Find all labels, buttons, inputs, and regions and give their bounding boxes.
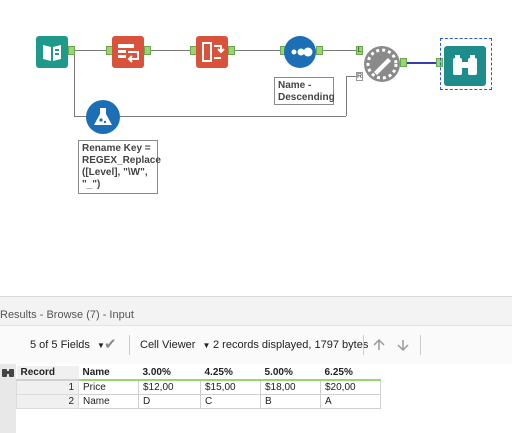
connection-join-to-browse <box>404 62 440 64</box>
header-row: Record Name 3.00% 4.25% 5.00% 6.25% <box>16 366 381 381</box>
table-cell[interactable]: $15,00 <box>200 379 261 395</box>
connection-formula-to-join-h <box>120 116 346 117</box>
results-header: Results - Browse (7) - Input <box>0 296 512 326</box>
records-info: 2 records displayed, 1797 bytes <box>213 339 369 351</box>
sort-annotation[interactable]: Name - Descending <box>274 77 335 105</box>
apply-checkmark-icon[interactable]: ✔ <box>104 335 117 353</box>
multi-row-tool[interactable] <box>112 36 144 68</box>
column-header-record[interactable]: Record <box>16 366 79 381</box>
join-right-label: R <box>357 73 363 80</box>
arrow-up-icon[interactable] <box>372 338 386 352</box>
table-cell[interactable]: $20,00 <box>320 379 381 395</box>
column-header-name[interactable]: Name <box>78 366 139 381</box>
connection-tool1-to-tool2 <box>146 50 192 51</box>
fields-dropdown[interactable]: 5 of 5 Fields ▼ <box>30 339 105 351</box>
transpose-icon <box>202 42 225 62</box>
connection-input-to-formula-v <box>74 50 75 116</box>
table-row[interactable]: 1 Price $12,00 $15,00 $18,00 $20,00 <box>16 379 381 395</box>
table-cell[interactable]: A <box>320 393 381 409</box>
table-cell[interactable]: Name <box>78 393 139 409</box>
binoculars-small-icon[interactable] <box>0 364 16 382</box>
results-title: Results - Browse (7) - Input <box>0 309 134 321</box>
column-header-3-00[interactable]: 3.00% <box>138 366 201 381</box>
results-panel: Results - Browse (7) - Input 5 of 5 Fiel… <box>0 296 512 433</box>
table-cell[interactable]: $18,00 <box>260 379 321 395</box>
results-toolbar: 5 of 5 Fields ▼ ✔ Cell Viewer ▼ 2 record… <box>0 326 512 364</box>
record-number-cell[interactable]: 1 <box>16 379 79 395</box>
input-data-tool[interactable] <box>36 36 68 68</box>
table-cell[interactable]: D <box>138 393 201 409</box>
toolbar-separator <box>420 335 421 355</box>
join-right-anchor[interactable]: R <box>356 72 363 81</box>
table-cell[interactable]: Price <box>78 379 139 395</box>
join-left-label: L <box>357 47 362 54</box>
formula-tool[interactable] <box>86 100 120 134</box>
flask-icon <box>94 108 112 125</box>
gear-pen-icon <box>366 48 398 80</box>
toolbar-separator <box>363 335 364 355</box>
arrow-down-icon[interactable] <box>396 338 410 352</box>
tool2-output-anchor[interactable] <box>228 46 235 55</box>
caret-down-icon: ▼ <box>202 341 211 350</box>
formula-annotation[interactable]: Rename Key = REGEX_Replace ([Level], "\W… <box>78 140 161 194</box>
cell-viewer-dropdown[interactable]: Cell Viewer ▼ <box>140 339 210 351</box>
browse-tool[interactable] <box>444 46 486 86</box>
input-output-anchor[interactable] <box>68 46 75 55</box>
column-header-5-00[interactable]: 5.00% <box>260 366 321 381</box>
connection-tool2-to-sort <box>230 50 282 51</box>
tool1-output-anchor[interactable] <box>144 46 151 55</box>
sort-tool[interactable] <box>284 36 316 68</box>
table-cell[interactable]: B <box>260 393 321 409</box>
cell-viewer-label: Cell Viewer <box>140 339 196 351</box>
table-arrow-icon <box>118 44 139 63</box>
results-grid[interactable]: Record Name 3.00% 4.25% 5.00% 6.25% 1 Pr… <box>16 366 381 409</box>
dots-icon <box>291 47 313 57</box>
workflow-canvas[interactable]: Name - Descending L R Rename Key = REGEX… <box>0 0 512 296</box>
binoculars-icon <box>453 55 477 75</box>
book-icon <box>43 45 61 61</box>
connection-formula-to-join-v <box>346 76 347 116</box>
sort-output-anchor[interactable] <box>316 46 323 55</box>
table-cell[interactable]: $12,00 <box>138 379 201 395</box>
table-row[interactable]: 2 Name D C B A <box>16 393 381 409</box>
record-number-cell[interactable]: 2 <box>16 393 79 409</box>
join-output-anchor[interactable] <box>400 58 407 67</box>
column-header-6-25[interactable]: 6.25% <box>320 366 381 381</box>
toolbar-separator <box>129 335 130 355</box>
table-cell[interactable]: C <box>200 393 261 409</box>
fields-label: 5 of 5 Fields <box>30 339 90 351</box>
column-header-4-25[interactable]: 4.25% <box>200 366 261 381</box>
transpose-tool[interactable] <box>196 36 228 68</box>
join-tool[interactable] <box>364 46 400 82</box>
join-left-anchor[interactable]: L <box>356 46 363 55</box>
